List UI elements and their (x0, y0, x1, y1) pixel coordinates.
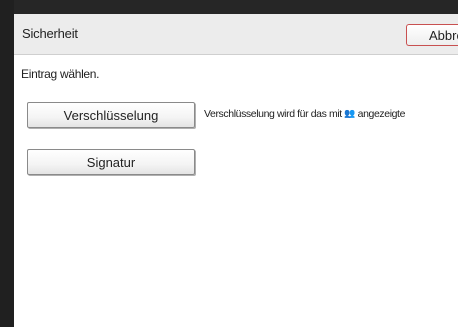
encryption-button[interactable]: Verschlüsselung (27, 102, 195, 128)
encryption-desc-before: Verschlüsselung wird für das mit (204, 108, 342, 120)
window-frame-top (0, 0, 458, 14)
page-title: Sicherheit (22, 26, 78, 41)
people-lock-icon: 👥 (344, 108, 356, 118)
window-frame-left (0, 0, 14, 327)
instruction-text: Eintrag wählen. (21, 67, 100, 81)
header-bar: Sicherheit (14, 14, 458, 55)
security-panel: Sicherheit Abbre Eintrag wählen. Verschl… (14, 14, 458, 327)
cancel-button[interactable]: Abbre (406, 24, 458, 46)
encryption-description: Verschlüsselung wird für das mit 👥 angez… (204, 108, 405, 120)
signature-button[interactable]: Signatur (27, 149, 195, 175)
encryption-desc-after: angezeigte (357, 108, 406, 120)
